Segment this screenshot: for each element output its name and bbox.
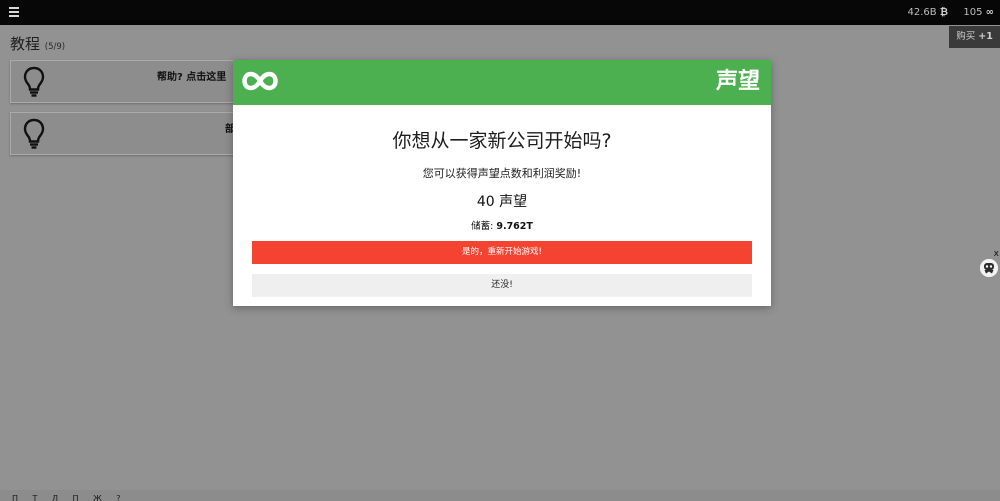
bitcoin-icon: ₿ [939,7,948,18]
infinity-icon [242,71,278,91]
tutorial-progress: (5/9) [44,42,66,52]
buy-quantity-button[interactable]: 购买 +1 [949,26,1000,48]
resource-stats: 42.6B ₿ 105 ∞ [908,0,994,25]
not-yet-button[interactable]: 还没! [252,274,752,297]
savings-line: 储蓄: 9.762T [233,218,771,232]
bottom-strip [0,490,1000,501]
lightbulb-icon [23,118,45,149]
hamburger-menu-icon[interactable] [9,7,19,18]
prestige-modal: 声望 你想从一家新公司开始吗? 您可以获得声望点数和利润奖励! 40 声望 储蓄… [233,60,771,306]
prestige-points-reward: 40 声望 [476,194,528,210]
infinity-icon: ∞ [985,7,994,18]
tip-card-second[interactable]: 部 [10,112,252,155]
buy-label: 购买 [956,31,976,42]
tip-card-help[interactable]: 帮助? 点击这里 [10,60,252,103]
restart-game-button[interactable]: 是的，重新开始游戏! [252,241,752,264]
modal-question: 你想从一家新公司开始吗? [392,130,612,152]
tutorial-title: 教程 [10,35,41,53]
bottom-glyphs: П Т Л П Ж ? [12,494,127,501]
top-bar: 42.6B ₿ 105 ∞ [0,0,1000,25]
savings-value: 9.762T [496,221,533,232]
buy-quantity: +1 [978,31,993,42]
savings-label: 储蓄: [471,221,494,232]
side-widget-bot-icon[interactable] [980,259,998,277]
modal-title: 声望 [715,69,760,94]
lightbulb-icon [23,66,45,97]
side-widget-close-icon[interactable]: x [994,250,999,259]
modal-header: 声望 [233,60,771,105]
tutorial-heading: 教程 (5/9) [10,33,65,54]
btc-amount: 42.6B [907,7,937,18]
tip-text: 帮助? 点击这里 [157,72,227,83]
modal-description: 您可以获得声望点数和利润奖励! [422,167,582,180]
prestige-amount: 105 [963,7,983,18]
